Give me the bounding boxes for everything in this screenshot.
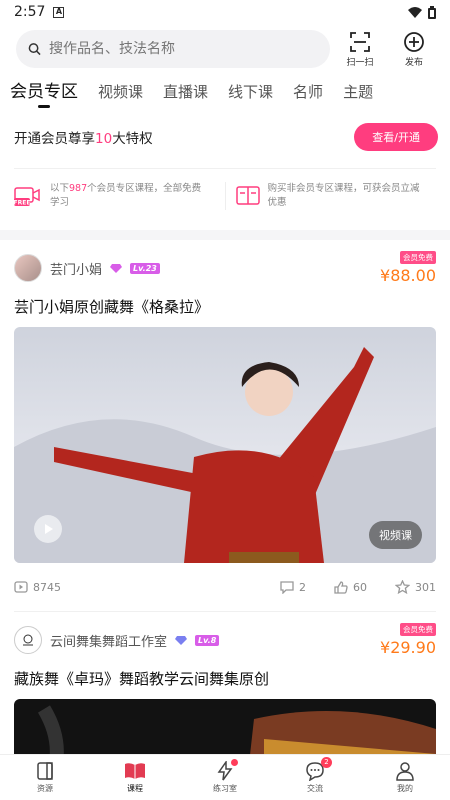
category-tabs: 会员专区 视频课 直播课 线下课 名师 主题 <box>0 72 450 108</box>
search-icon <box>28 43 41 56</box>
tab-live-course[interactable]: 直播课 <box>163 81 208 108</box>
scan-icon <box>350 31 370 52</box>
view-count: 8745 <box>14 581 61 594</box>
svg-text:FREE: FREE <box>14 199 30 206</box>
avatar[interactable] <box>14 254 42 282</box>
publish-label: 发布 <box>404 57 423 68</box>
video-views-icon <box>14 581 28 593</box>
member-free-badge: 会员免费 <box>400 623 436 636</box>
star-icon <box>395 580 410 594</box>
author-info[interactable]: 云间舞集舞蹈工作室 Lv.8 <box>14 626 220 654</box>
scan-button[interactable]: 扫一扫 <box>336 31 384 68</box>
search-row: 扫一扫 发布 <box>0 24 450 70</box>
book-icon <box>125 763 145 779</box>
user-icon <box>396 762 414 781</box>
free-video-icon: FREE <box>14 186 40 206</box>
wifi-icon <box>408 6 422 18</box>
promo-text: 开通会员尊享10大特权 <box>14 131 153 147</box>
notification-icon: A <box>53 6 65 18</box>
scan-label: 扫一扫 <box>346 57 374 68</box>
tab-theme[interactable]: 主题 <box>343 81 373 108</box>
course-title[interactable]: 藏族舞《卓玛》舞蹈教学云间舞集原创 <box>14 668 436 689</box>
status-time: 2:57 <box>14 4 46 20</box>
status-bar: 2:57 A <box>0 0 450 24</box>
benefit-divider <box>224 181 226 210</box>
notification-dot <box>231 759 238 766</box>
author-name[interactable]: 芸门小娟 <box>50 259 102 278</box>
benefit-discount: 购买非会员专区课程，可获会员立减 优惠 <box>235 182 437 210</box>
section-gap <box>0 230 450 240</box>
play-icon <box>45 524 53 534</box>
play-button[interactable] <box>34 515 62 543</box>
book-discount-icon <box>235 185 260 205</box>
price: ¥29.90 <box>380 638 436 657</box>
tab-offline-course[interactable]: 线下课 <box>228 81 273 108</box>
plus-circle-icon <box>404 31 424 52</box>
course-card[interactable]: 芸门小娟 Lv.23 会员免费 ¥88.00 芸门小娟原创藏舞《格桑拉》 视频课… <box>0 246 450 611</box>
diamond-icon <box>110 264 123 273</box>
bottom-tab-bar: 资源 课程 练习室 2 交流 我的 <box>0 754 450 800</box>
tabbar-me[interactable]: 我的 <box>380 761 430 794</box>
author-name[interactable]: 云间舞集舞蹈工作室 <box>50 631 167 650</box>
tabbar-chat[interactable]: 2 交流 <box>290 757 340 794</box>
level-badge: Lv.23 <box>130 262 160 274</box>
membership-promo: 开通会员尊享10大特权 查看/开通 <box>0 114 450 160</box>
favorite-button[interactable]: 301 <box>395 580 436 594</box>
battery-icon <box>428 5 436 19</box>
tab-member-zone[interactable]: 会员专区 <box>10 77 78 108</box>
price: ¥88.00 <box>380 266 436 285</box>
resource-icon <box>37 762 53 780</box>
course-thumbnail[interactable]: 视频课 <box>14 327 436 563</box>
course-stats: 8745 2 60 301 <box>14 563 436 611</box>
course-title[interactable]: 芸门小娟原创藏舞《格桑拉》 <box>14 296 436 317</box>
author-info[interactable]: 芸门小娟 Lv.23 <box>14 254 160 282</box>
membership-benefits: FREE 以下987个会员专区课程，全部免费 学习 购买非会员专区课程，可获会员… <box>14 168 436 222</box>
tab-video-course[interactable]: 视频课 <box>98 81 143 108</box>
comment-icon <box>280 580 294 594</box>
avatar[interactable] <box>14 626 42 654</box>
comment-button[interactable]: 2 <box>280 580 306 594</box>
search-input[interactable] <box>48 41 318 57</box>
benefit-free-courses: FREE 以下987个会员专区课程，全部免费 学习 <box>14 182 202 208</box>
course-type-tag: 视频课 <box>369 521 422 549</box>
studio-logo-icon <box>23 634 33 646</box>
like-button[interactable]: 60 <box>334 580 367 594</box>
tabbar-practice-room[interactable]: 练习室 <box>200 759 250 794</box>
unread-count-badge: 2 <box>321 757 332 768</box>
diamond-icon <box>175 636 188 645</box>
view-open-membership-button[interactable]: 查看/开通 <box>354 123 438 151</box>
search-box[interactable] <box>16 30 330 68</box>
member-free-badge: 会员免费 <box>400 251 436 264</box>
tab-famous-teacher[interactable]: 名师 <box>293 81 323 108</box>
level-badge: Lv.8 <box>195 634 220 646</box>
tabbar-courses[interactable]: 课程 <box>110 761 160 794</box>
card-divider <box>14 611 436 612</box>
thumbs-up-icon <box>334 580 348 594</box>
tabbar-resources[interactable]: 资源 <box>20 761 70 794</box>
publish-button[interactable]: 发布 <box>390 31 438 68</box>
